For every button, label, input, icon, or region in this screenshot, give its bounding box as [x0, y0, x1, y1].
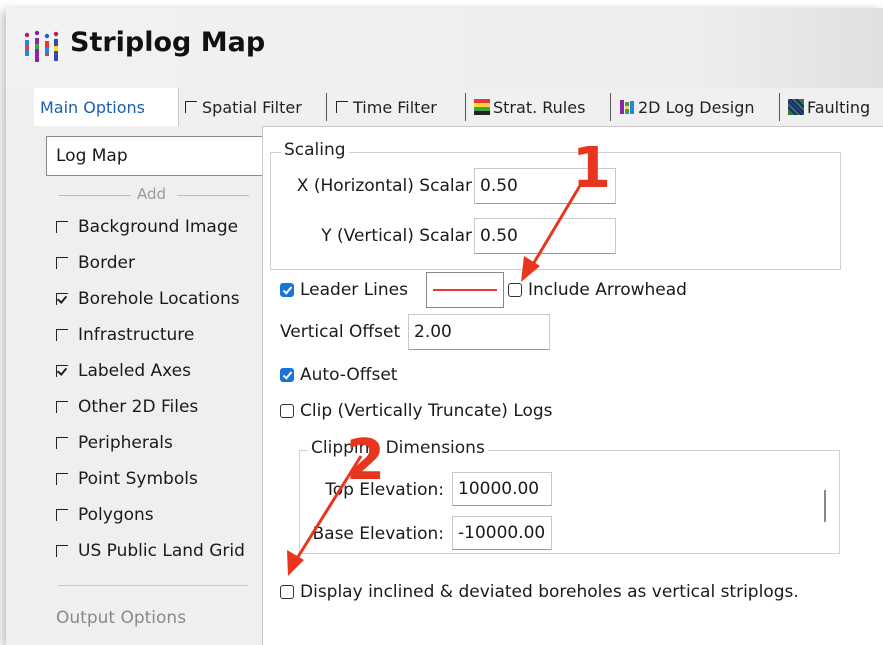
checkbox-icon — [56, 401, 68, 413]
checked-checkbox-icon — [56, 365, 68, 377]
leader-line-color-swatch[interactable] — [426, 272, 504, 308]
checkbox-icon — [280, 585, 294, 599]
tab-label: Spatial Filter — [202, 97, 302, 117]
faulting-icon — [788, 99, 804, 115]
auto-offset-label: Auto-Offset — [300, 365, 398, 385]
base-elevation-label: Base Elevation: — [312, 524, 445, 544]
checkbox-icon — [508, 283, 522, 297]
tab-label: Strat. Rules — [493, 97, 586, 117]
tab-time-filter[interactable]: Time Filter — [330, 88, 443, 126]
tab-label: Faulting — [807, 97, 871, 117]
annotation-number-2: 2 — [346, 428, 385, 493]
sidebar-item-output-options[interactable]: Output Options — [56, 608, 186, 628]
sidebar-item-label: Polygons — [78, 505, 154, 525]
vertical-offset-input[interactable]: 2.00 — [408, 314, 550, 350]
annotation-number-1: 1 — [572, 136, 611, 201]
checked-checkbox-icon — [280, 368, 294, 382]
checkbox-icon — [56, 329, 68, 341]
leader-line-sample — [433, 289, 497, 291]
tab-separator — [779, 93, 780, 121]
sidebar-item-label: US Public Land Grid — [78, 541, 245, 561]
clipping-dimensions-legend: Clipping Dimensions — [308, 438, 488, 458]
sidebar-item-background-image[interactable]: Background Image — [56, 212, 238, 242]
include-arrowhead-checkbox[interactable]: Include Arrowhead — [508, 280, 687, 300]
sidebar-item-label: Peripherals — [78, 433, 173, 453]
sidebar-item-point-symbols[interactable]: Point Symbols — [56, 464, 198, 494]
checkbox-icon — [56, 509, 68, 521]
sidebar-item-label: Labeled Axes — [78, 361, 191, 381]
sidebar-item-label: Point Symbols — [78, 469, 198, 489]
tab-main-options[interactable]: Main Options — [34, 88, 179, 127]
striplog-map-window: Striplog Map Main Options Spatial Filter… — [6, 8, 883, 645]
include-arrowhead-label: Include Arrowhead — [528, 280, 687, 300]
sidebar-item-infrastructure[interactable]: Infrastructure — [56, 320, 194, 350]
sidebar-item-label: Borehole Locations — [78, 289, 240, 309]
sidebar-item-labeled-axes[interactable]: Labeled Axes — [56, 356, 191, 386]
divider — [58, 585, 248, 586]
sidebar-item-label: Infrastructure — [78, 325, 195, 345]
tab-2d-log-design[interactable]: 2D Log Design — [613, 88, 761, 126]
y-scalar-label: Y (Vertical) Scalar — [321, 226, 472, 246]
scaling-legend: Scaling — [281, 140, 349, 160]
checkbox-icon — [280, 404, 294, 418]
tab-label: 2D Log Design — [638, 97, 755, 117]
sidebar-item-other-2d-files[interactable]: Other 2D Files — [56, 392, 198, 422]
y-scalar-input[interactable]: 0.50 — [474, 218, 616, 254]
checked-checkbox-icon — [56, 293, 68, 305]
divider — [59, 195, 131, 196]
add-separator: Add — [59, 184, 249, 206]
tab-bar: Main Options Spatial Filter Time Filter … — [6, 88, 883, 127]
tab-separator — [610, 93, 611, 121]
log-design-icon — [620, 100, 634, 114]
sidebar-item-border[interactable]: Border — [56, 248, 135, 278]
sidebar-item-borehole-locations[interactable]: Borehole Locations — [56, 284, 240, 314]
tab-separator — [465, 93, 466, 121]
base-elevation-input[interactable]: -10000.00 — [452, 516, 552, 550]
add-label: Add — [137, 185, 167, 203]
sidebar-item-label: Other 2D Files — [78, 397, 199, 417]
display-inclined-checkbox[interactable]: Display inclined & deviated boreholes as… — [280, 582, 799, 602]
checkbox-icon — [185, 101, 197, 113]
checkbox-icon — [56, 221, 68, 233]
strat-rules-icon — [474, 99, 490, 115]
striplog-app-icon — [24, 30, 59, 62]
checkbox-icon — [336, 101, 348, 113]
sidebar: Log Map Add Background Image Border Bore… — [6, 126, 263, 645]
tab-label: Main Options — [40, 98, 146, 117]
leader-lines-label: Leader Lines — [300, 280, 408, 300]
tab-label: Time Filter — [353, 97, 437, 117]
clip-logs-checkbox[interactable]: Clip (Vertically Truncate) Logs — [280, 401, 553, 421]
display-inclined-label: Display inclined & deviated boreholes as… — [300, 582, 799, 602]
divider — [177, 195, 249, 196]
top-elevation-input[interactable]: 10000.00 — [452, 472, 552, 506]
checkbox-icon — [56, 257, 68, 269]
checked-checkbox-icon — [280, 283, 294, 297]
tab-strat-rules[interactable]: Strat. Rules — [468, 88, 591, 126]
tab-faulting[interactable]: Faulting — [782, 88, 876, 126]
sidebar-item-us-public-land-grid[interactable]: US Public Land Grid — [56, 536, 245, 566]
sidebar-item-log-map[interactable]: Log Map — [46, 136, 262, 176]
auto-offset-checkbox[interactable]: Auto-Offset — [280, 365, 397, 385]
clip-logs-label: Clip (Vertically Truncate) Logs — [300, 401, 553, 421]
clipping-scrollbar[interactable] — [824, 490, 826, 522]
tab-separator — [326, 93, 327, 121]
sidebar-item-label: Background Image — [78, 217, 239, 237]
checkbox-icon — [56, 437, 68, 449]
sidebar-item-label: Border — [78, 253, 135, 273]
sidebar-item-peripherals[interactable]: Peripherals — [56, 428, 173, 458]
x-scalar-label: X (Horizontal) Scalar — [296, 176, 472, 196]
sidebar-item-label: Log Map — [56, 146, 128, 166]
tab-spatial-filter[interactable]: Spatial Filter — [179, 88, 308, 126]
checkbox-icon — [56, 545, 68, 557]
window-title: Striplog Map — [70, 27, 266, 58]
vertical-offset-label: Vertical Offset — [280, 322, 401, 342]
checkbox-icon — [56, 473, 68, 485]
title-bar: Striplog Map — [6, 8, 883, 88]
leader-lines-checkbox[interactable]: Leader Lines — [280, 280, 408, 300]
sidebar-item-polygons[interactable]: Polygons — [56, 500, 154, 530]
